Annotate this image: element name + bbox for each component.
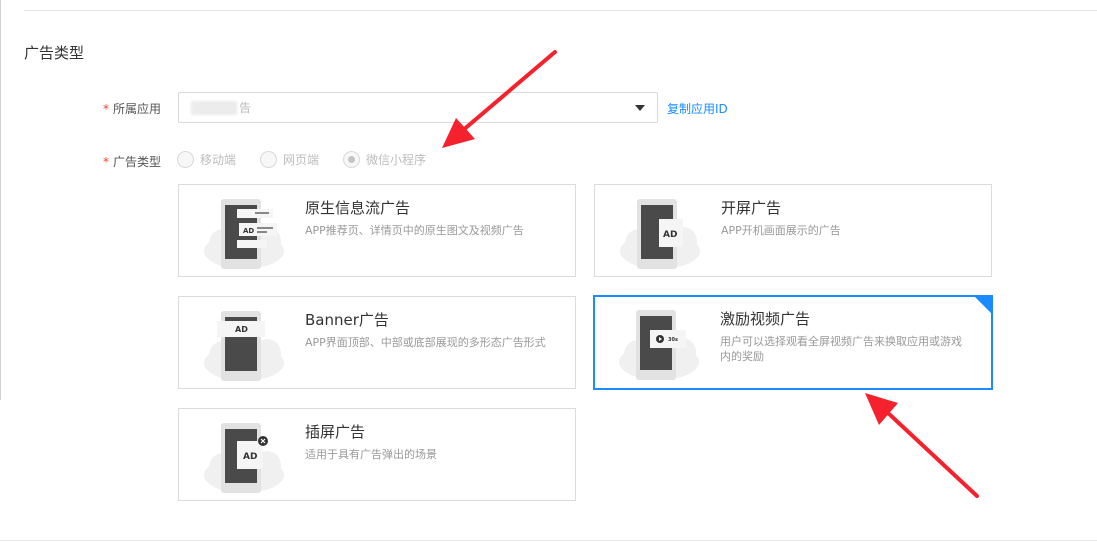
app-label-row: * 所属应用 <box>103 100 161 117</box>
app-label: 所属应用 <box>113 102 162 116</box>
radio-mobile[interactable]: 移动端 <box>177 151 236 168</box>
bottom-divider <box>0 540 1097 541</box>
card-title: 插屏广告 <box>305 423 366 441</box>
card-title: Banner广告 <box>305 311 389 329</box>
radio-web[interactable]: 网页端 <box>260 151 319 168</box>
card-desc: 用户可以选择观看全屏视频广告来换取应用或游戏内的奖励 <box>720 335 962 363</box>
ad-type-card-splash[interactable]: AD 开屏广告 APP开机画面展示的广告 <box>594 184 992 277</box>
copy-app-id-link[interactable]: 复制应用ID <box>667 100 728 117</box>
type-label-row: * 广告类型 <box>103 153 161 170</box>
app-select[interactable]: 告 <box>178 92 658 123</box>
radio-label: 微信小程序 <box>366 153 427 167</box>
card-desc: APP开机画面展示的广告 <box>721 224 841 237</box>
native-feed-ad-icon: AD <box>204 199 284 269</box>
card-title: 原生信息流广告 <box>305 199 411 217</box>
svg-text:AD: AD <box>243 227 254 235</box>
page: 广告类型 * 所属应用 告 复制应用ID * 广告类型 移动端 网页端 微信小程序 <box>0 0 1097 542</box>
card-title: 激励视频广告 <box>720 310 811 328</box>
ad-type-card-rewarded-video[interactable]: 30s 激励视频广告 用户可以选择观看全屏视频广告来换取应用或游戏内的奖励 <box>593 295 993 390</box>
interstitial-ad-icon: AD <box>204 423 284 493</box>
caret-down-icon[interactable] <box>635 105 645 111</box>
radio-label: 网页端 <box>283 153 320 167</box>
svg-text:AD: AD <box>235 325 248 334</box>
left-edge <box>0 0 1 400</box>
ad-type-card-interstitial[interactable]: AD 插屏广告 适用于具有广告弹出的场景 <box>178 408 576 501</box>
radio-label: 移动端 <box>200 153 237 167</box>
required-mark: * <box>103 102 109 116</box>
card-title: 开屏广告 <box>721 199 782 217</box>
card-desc: APP界面顶部、中部或底部展现的多形态广告形式 <box>305 336 546 349</box>
ad-type-card-banner[interactable]: AD Banner广告 APP界面顶部、中部或底部展现的多形态广告形式 <box>178 296 576 389</box>
top-divider <box>24 10 1097 11</box>
platform-radio-group: 移动端 网页端 微信小程序 <box>177 151 450 168</box>
splash-ad-icon: AD <box>620 199 700 269</box>
card-desc: APP推荐页、详情页中的原生图文及视频广告 <box>305 224 524 237</box>
radio-circle[interactable] <box>177 151 194 168</box>
rewarded-video-ad-icon: 30s <box>619 310 699 380</box>
card-desc: 适用于具有广告弹出的场景 <box>305 448 437 461</box>
annotation-arrow-icon <box>865 393 979 498</box>
section-title: 广告类型 <box>24 44 85 62</box>
video-duration-badge: 30s <box>668 337 678 343</box>
type-label: 广告类型 <box>113 155 162 169</box>
blurred-app-name <box>191 100 237 115</box>
selected-corner-icon <box>975 297 991 313</box>
svg-text:AD: AD <box>243 452 257 462</box>
radio-wechat-mini-program[interactable]: 微信小程序 <box>343 151 426 168</box>
app-select-value: 告 <box>239 101 252 115</box>
svg-text:AD: AD <box>663 230 677 240</box>
radio-circle[interactable] <box>260 151 278 168</box>
required-mark: * <box>103 155 109 169</box>
radio-circle-checked[interactable] <box>343 151 361 168</box>
banner-ad-icon: AD <box>204 311 284 381</box>
ad-type-card-native[interactable]: AD 原生信息流广告 APP推荐页、详情页中的原生图文及视频广告 <box>178 184 576 277</box>
